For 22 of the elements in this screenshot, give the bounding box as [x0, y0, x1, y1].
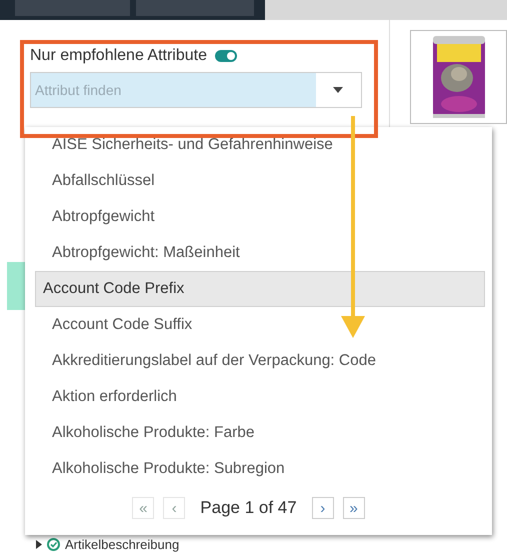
dropdown-option[interactable]: Aktion erforderlich: [35, 379, 485, 415]
expand-icon[interactable]: [36, 540, 42, 549]
dropdown-option[interactable]: AISE Sicherheits- und Gefahrenhinweise: [35, 127, 485, 163]
dropdown-option[interactable]: Akkreditierungslabel auf der Verpackung: Code: [35, 343, 485, 379]
dropdown-option[interactable]: Account Code Prefix: [35, 271, 485, 307]
page-indicator: Page 1 of 47: [200, 498, 297, 518]
dropdown-option[interactable]: Alkoholische Produkte: Farbe: [35, 415, 485, 451]
dropdown-option[interactable]: Account Code Suffix: [35, 307, 485, 343]
caret-icon[interactable]: [333, 87, 343, 93]
row-highlight: [7, 262, 27, 310]
page-button[interactable]: ›: [312, 497, 334, 519]
product-thumbnail[interactable]: [410, 30, 507, 124]
dropdown-option[interactable]: Abtropfgewicht: [35, 199, 485, 235]
dropdown-option[interactable]: Alkoholische Produkte: Subregion: [35, 451, 485, 487]
toggle-switch[interactable]: [215, 50, 237, 62]
filter-label: Nur empfohlene Attribute: [30, 47, 207, 65]
dropdown-option[interactable]: Abtropfgewicht: Maßeinheit: [35, 235, 485, 271]
search-field[interactable]: Attribut finden: [30, 72, 362, 108]
section-label: Artikelbeschreibung: [65, 537, 180, 552]
dropdown-option[interactable]: Abfallschlüssel: [35, 163, 485, 199]
check-circle-icon: [47, 538, 60, 551]
page-button[interactable]: »: [342, 497, 365, 519]
